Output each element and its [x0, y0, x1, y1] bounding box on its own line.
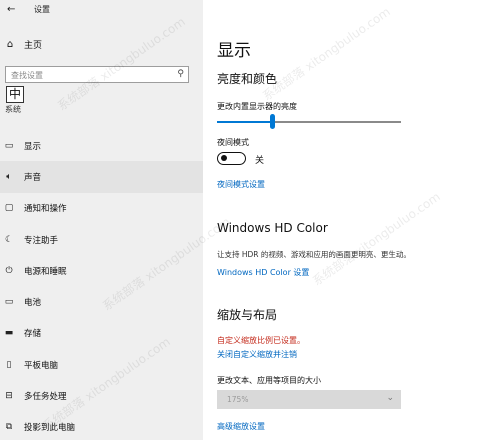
sidebar-item-label: 投影到此电脑 — [24, 423, 76, 434]
sidebar-item-label: 多任务处理 — [24, 392, 67, 403]
night-mode-label: 夜间模式 — [217, 138, 249, 147]
advanced-scaling-link[interactable]: 高级缩放设置 — [217, 421, 265, 432]
sidebar-item-power[interactable]: ⏻ 电源和睡眠 — [0, 255, 203, 286]
hdr-heading: Windows HD Color — [217, 221, 328, 235]
sidebar-item-focus[interactable]: ☾ 专注助手 — [0, 224, 203, 255]
home-button[interactable]: ⌂ 主页 — [4, 36, 42, 52]
battery-icon: ▭ — [4, 297, 14, 308]
nav-list: ▭ 显示 🔈︎ 声音 ▢ 通知和操作 ☾ 专注助手 ⏻ 电源和睡眠 ▭ 电池 ▬… — [0, 130, 203, 440]
ime-indicator[interactable]: 中 — [6, 86, 24, 103]
settings-window: ← 设置 ⌂ 主页 查找设置 ⚲ 中 系统 ▭ 显示 🔈︎ 声音 ▢ 通知和操作 — [0, 0, 491, 440]
brightness-heading: 亮度和颜色 — [217, 72, 278, 86]
night-mode-state: 关 — [255, 156, 265, 166]
scale-heading: 缩放与布局 — [217, 308, 278, 322]
night-mode-settings-link[interactable]: 夜间模式设置 — [217, 179, 265, 190]
hdr-description: 让支持 HDR 的视频、游戏和应用的画面更明亮、更生动。 — [217, 250, 411, 259]
sidebar-item-label: 显示 — [24, 141, 42, 152]
main-pane: 显示 亮度和颜色 更改内置显示器的亮度 夜间模式 关 夜间模式设置 Window… — [203, 0, 491, 440]
sidebar-item-storage[interactable]: ▬ 存储 — [0, 318, 203, 349]
sidebar-item-label: 存储 — [24, 329, 42, 340]
text-size-value: 175% — [227, 395, 249, 404]
sidebar-item-label: 通知和操作 — [24, 204, 67, 215]
multitask-icon: ⊟ — [5, 391, 13, 402]
sidebar-item-tablet[interactable]: ▯ 平板电脑 — [0, 349, 203, 380]
moon-icon: ☾ — [4, 234, 14, 245]
toggle-knob — [221, 155, 227, 162]
sidebar-item-battery[interactable]: ▭ 电池 — [0, 286, 203, 317]
text-size-select[interactable]: 175% ⌄ — [217, 390, 401, 409]
tablet-icon: ▯ — [6, 359, 12, 370]
sidebar-item-label: 平板电脑 — [24, 360, 59, 371]
sidebar-item-multitasking[interactable]: ⊟ 多任务处理 — [0, 380, 203, 411]
storage-icon: ▬ — [4, 328, 14, 339]
search-placeholder: 查找设置 — [11, 71, 43, 80]
sidebar-item-project[interactable]: ⧉ 投影到此电脑 — [0, 412, 203, 440]
sidebar-item-label: 电源和睡眠 — [24, 266, 67, 277]
sidebar-item-display[interactable]: ▭ 显示 — [0, 130, 203, 161]
project-icon: ⧉ — [5, 422, 13, 433]
night-mode-toggle[interactable] — [217, 152, 246, 165]
hdr-settings-link[interactable]: Windows HD Color 设置 — [217, 267, 309, 278]
sidebar-item-label: 电池 — [24, 298, 42, 309]
custom-scale-warning: 自定义缩放比例已设置。 — [217, 336, 305, 345]
sidebar-item-sound[interactable]: 🔈︎ 声音 — [0, 161, 203, 193]
sidebar-item-label: 专注助手 — [24, 235, 59, 246]
brightness-slider-thumb[interactable] — [270, 114, 275, 129]
search-box[interactable]: 查找设置 ⚲ — [5, 66, 189, 83]
brightness-label: 更改内置显示器的亮度 — [217, 102, 297, 111]
chevron-down-icon: ⌄ — [386, 393, 394, 403]
sidebar-item-label: 声音 — [24, 172, 42, 183]
notification-icon: ▢ — [4, 203, 14, 214]
search-icon: ⚲ — [177, 69, 184, 79]
home-label: 主页 — [24, 40, 43, 51]
home-icon: ⌂ — [6, 38, 14, 50]
power-icon: ⏻ — [5, 265, 13, 276]
sidebar: ← 设置 ⌂ 主页 查找设置 ⚲ 中 系统 ▭ 显示 🔈︎ 声音 ▢ 通知和操作 — [0, 0, 203, 440]
text-size-label: 更改文本、应用等项目的大小 — [217, 376, 321, 385]
sidebar-item-notifications[interactable]: ▢ 通知和操作 — [0, 193, 203, 224]
section-caption: 系统 — [5, 105, 21, 114]
window-title: 设置 — [34, 5, 50, 14]
back-arrow-icon[interactable]: ← — [7, 4, 19, 16]
page-title: 显示 — [217, 41, 251, 61]
monitor-icon: ▭ — [4, 140, 14, 151]
brightness-slider-fill — [217, 121, 272, 123]
speaker-icon: 🔈︎ — [6, 171, 12, 182]
turn-off-custom-scale-link[interactable]: 关闭自定义缩放并注销 — [217, 349, 297, 360]
